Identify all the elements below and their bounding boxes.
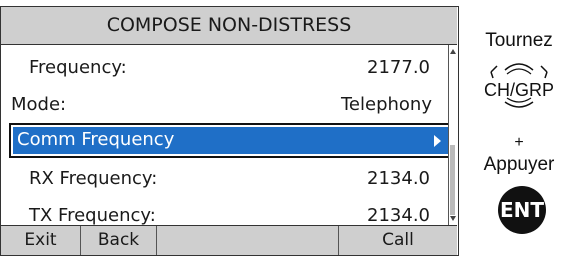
chevron-right-icon [434,135,441,147]
call-softkey[interactable]: Call [339,226,457,255]
scroll-down-icon [450,216,456,221]
list-item-rx-frequency[interactable]: RX Frequency: 2134.0 [1,160,446,197]
list-item-comm-frequency[interactable]: Comm Frequency [9,123,453,158]
row-value: Telephony [341,94,432,115]
list-item-mode[interactable]: Mode: Telephony [1,86,446,123]
screen-title: COMPOSE NON-DISTRESS [1,7,457,45]
exit-softkey[interactable]: Exit [1,226,81,255]
instruction-panel: Tournez CH/GRP + Appuyer ENT [468,0,570,256]
list-scrollbar[interactable] [448,45,457,225]
list-item-frequency[interactable]: Frequency: 2177.0 [1,49,446,86]
softkey-bar: Exit Back Call [1,225,457,255]
turn-instruction: Tournez [485,30,553,51]
ent-button[interactable]: ENT [498,186,546,234]
plus-sign: + [514,134,524,151]
row-label: Frequency: [29,57,127,78]
empty-softkey[interactable] [157,226,339,255]
row-label: Comm Frequency [17,129,175,150]
scroll-up-icon [450,49,456,54]
row-value: 2177.0 [367,57,430,78]
radio-display: COMPOSE NON-DISTRESS Frequency: 2177.0 M… [0,6,459,256]
row-label: Mode: [11,94,67,115]
back-softkey[interactable]: Back [81,226,157,255]
row-value: 2134.0 [367,168,430,189]
scroll-thumb[interactable] [450,145,455,215]
row-label: RX Frequency: [29,168,158,189]
dial-label: CH/GRP [483,80,554,100]
press-instruction: Appuyer [483,154,555,175]
